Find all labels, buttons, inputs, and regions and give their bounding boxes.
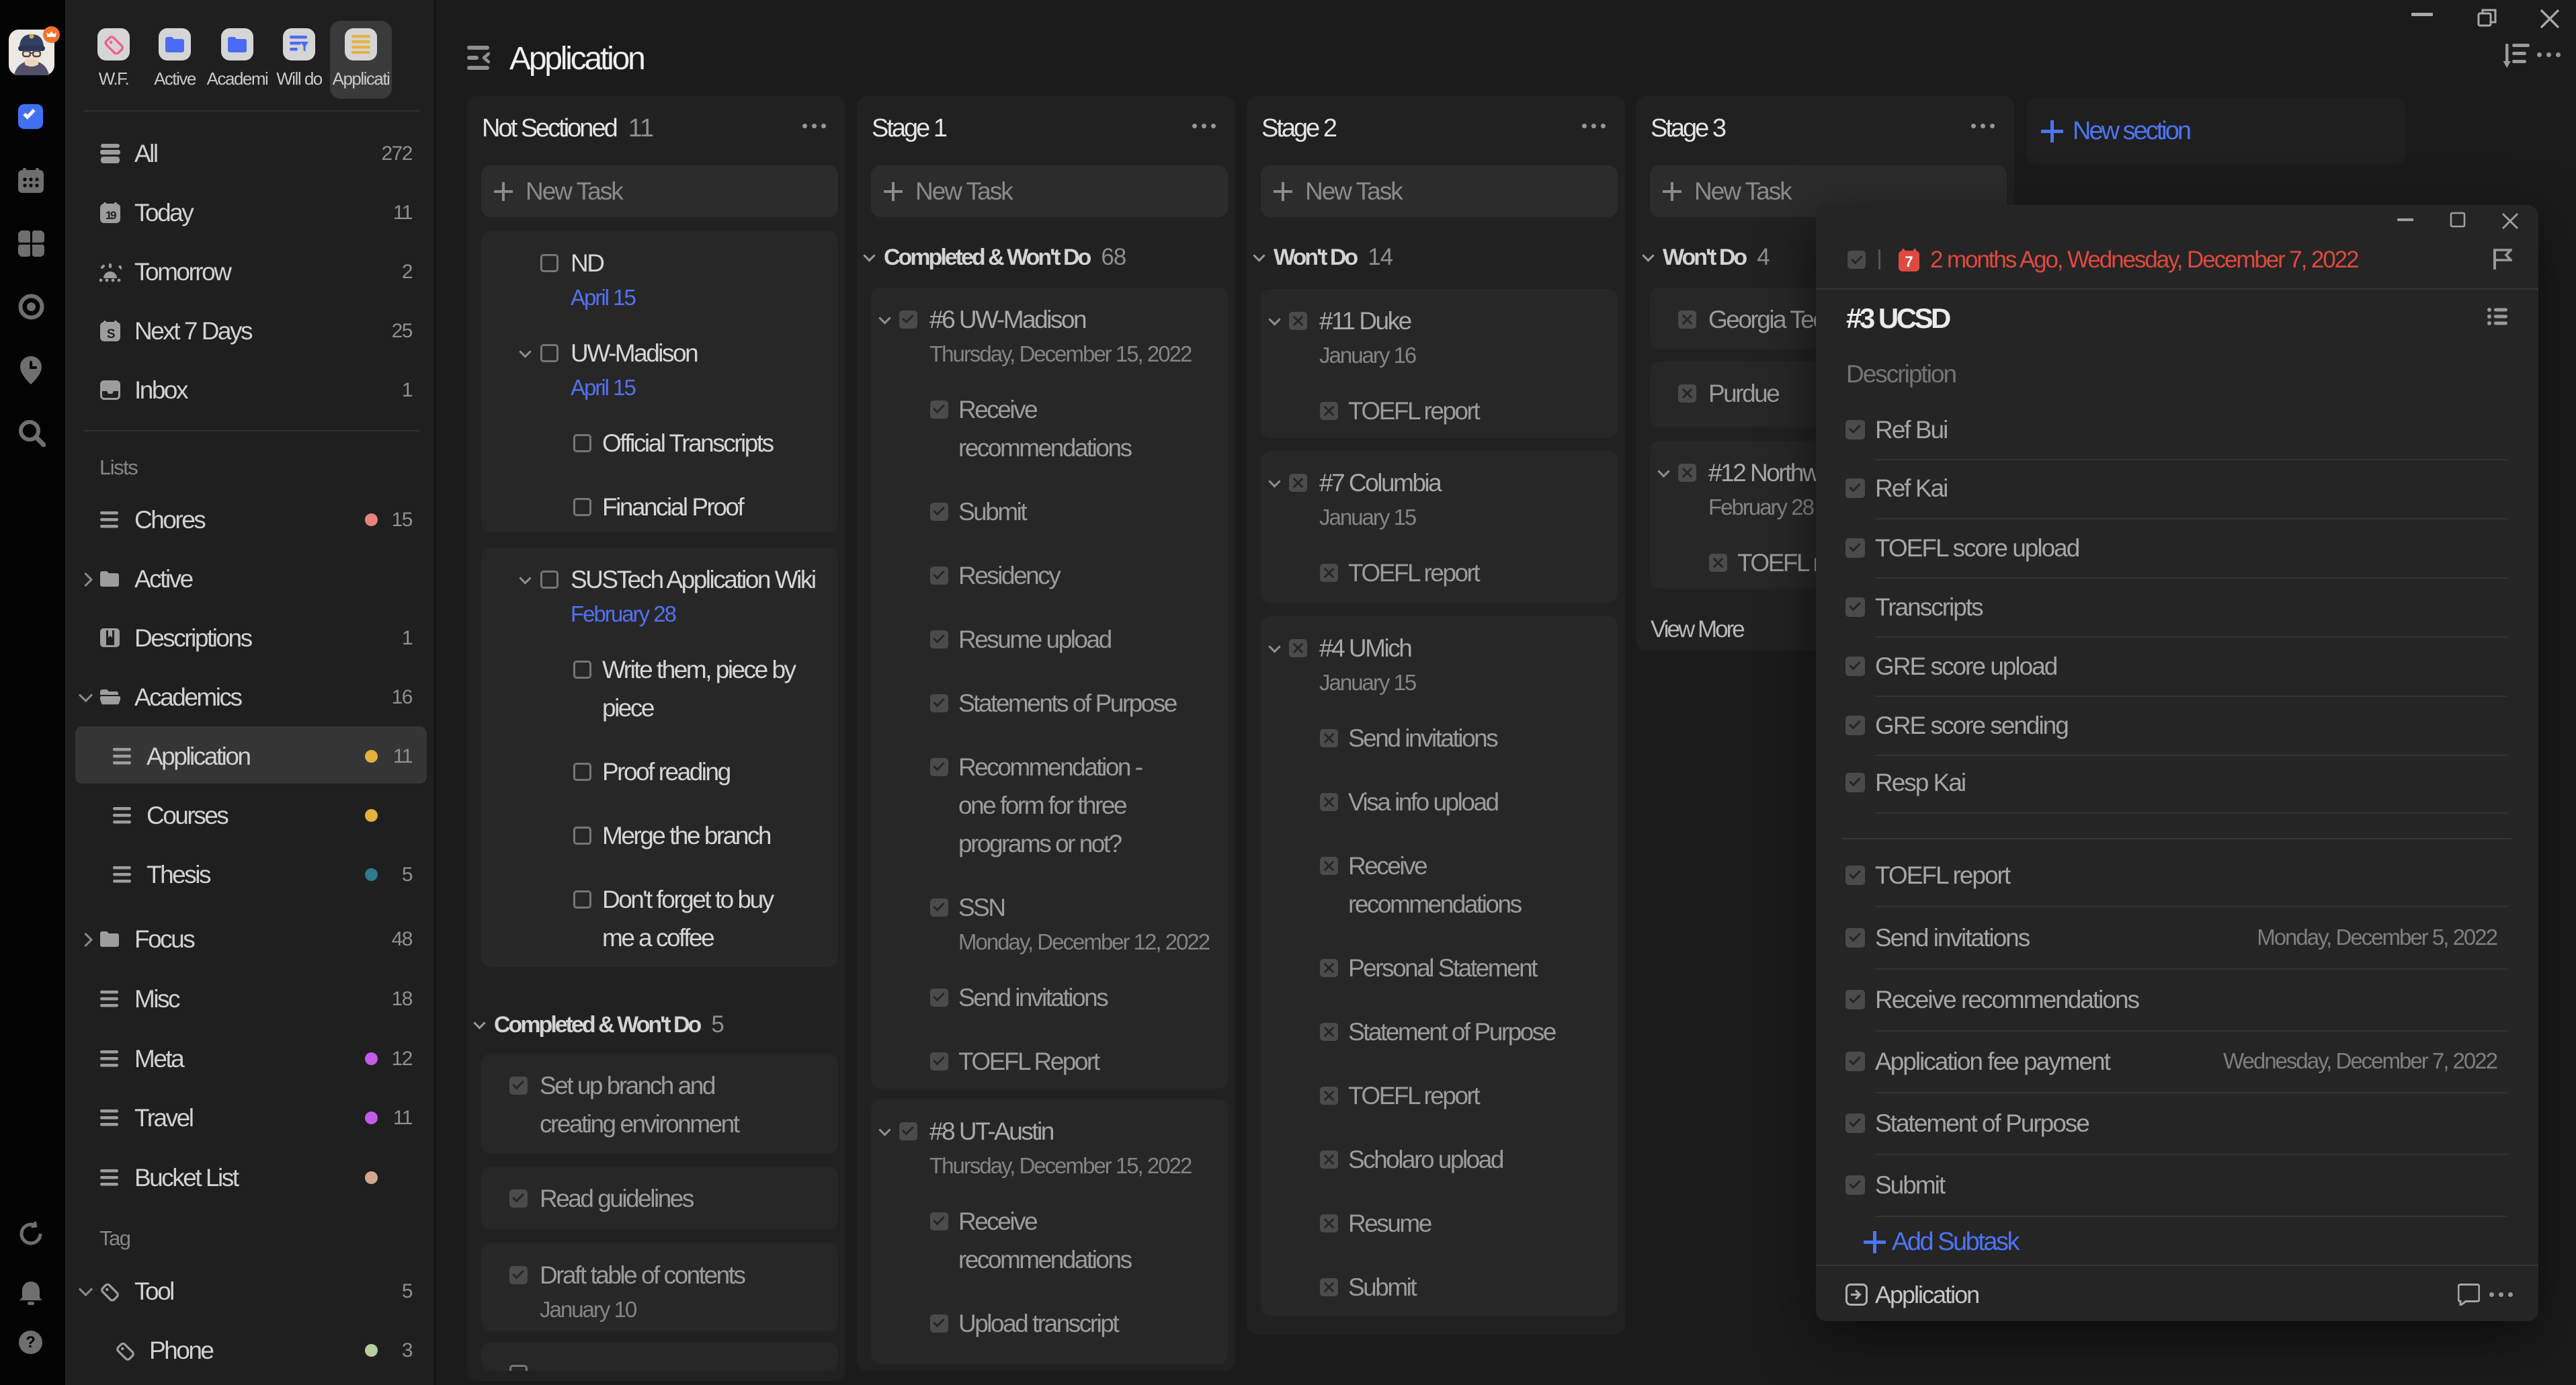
svg-text:7: 7: [1905, 253, 1913, 270]
svg-text:19: 19: [106, 209, 116, 222]
svg-text:?: ?: [26, 1333, 36, 1351]
